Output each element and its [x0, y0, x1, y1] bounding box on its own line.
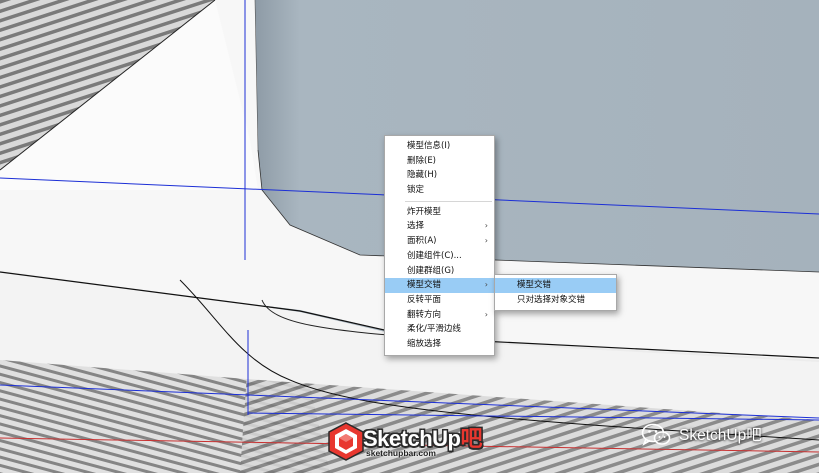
menu-item-label: 缩放选择 — [407, 338, 442, 349]
menu-item-label: 创建群组(G) — [407, 265, 455, 276]
menu-item-lock[interactable]: 锁定 — [385, 183, 494, 198]
submenu-item-intersect-selected[interactable]: 只对选择对象交错 — [495, 293, 616, 308]
menu-item-zoom-selection[interactable]: 缩放选择 — [385, 337, 494, 352]
menu-item-label: 隐藏(H) — [407, 170, 438, 181]
menu-item-label: 炸开模型 — [407, 206, 442, 217]
menu-item-erase[interactable]: 删除(E) — [385, 154, 494, 169]
menu-item-flip-along[interactable]: 翻转方向 › — [385, 308, 494, 323]
wechat-icon — [641, 423, 671, 446]
menu-item-label: 模型交错 — [407, 280, 442, 291]
menu-item-label: 锁定 — [407, 185, 425, 196]
menu-item-label: 反转平面 — [407, 294, 442, 305]
menu-item-select[interactable]: 选择 › — [385, 219, 494, 234]
menu-item-reverse-faces[interactable]: 反转平面 — [385, 293, 494, 308]
menu-item-make-group[interactable]: 创建群组(G) — [385, 264, 494, 279]
logo-text-accent: 吧 — [460, 426, 482, 451]
menu-item-explode[interactable]: 炸开模型 — [385, 205, 494, 220]
menu-item-hide[interactable]: 隐藏(H) — [385, 168, 494, 183]
submenu-arrow-icon: › — [484, 280, 488, 290]
menu-item-label: 只对选择对象交错 — [517, 294, 586, 305]
sketchupbar-logo: SketchUp吧 sketchupbar.com — [326, 419, 496, 465]
sketchup-cube-icon — [328, 422, 364, 461]
submenu-arrow-icon: › — [484, 221, 488, 231]
menu-item-soften-edges[interactable]: 柔化/平滑边线 — [385, 322, 494, 337]
menu-item-label: 创建组件(C)... — [407, 250, 462, 261]
watermark-text: SketchUp吧 — [679, 427, 762, 444]
menu-item-label: 柔化/平滑边线 — [407, 324, 461, 335]
submenu-arrow-icon: › — [484, 309, 488, 319]
menu-item-entity-info[interactable]: 模型信息(I) — [385, 139, 494, 154]
intersect-submenu: 模型交错 只对选择对象交错 — [494, 274, 617, 312]
submenu-arrow-icon: › — [484, 236, 488, 246]
menu-item-label: 面积(A) — [407, 236, 437, 247]
submenu-item-intersect-model[interactable]: 模型交错 — [495, 278, 616, 293]
menu-item-label: 模型交错 — [517, 280, 552, 290]
sketchup-viewport[interactable]: 模型信息(I) 删除(E) 隐藏(H) 锁定 炸开模型 选择 › 面积(A) › 创… — [0, 0, 819, 473]
context-menu: 模型信息(I) 删除(E) 隐藏(H) 锁定 炸开模型 选择 › 面积(A) › 创… — [384, 135, 495, 356]
menu-item-area[interactable]: 面积(A) › — [385, 234, 494, 249]
menu-item-label: 选择 — [407, 221, 425, 232]
menu-separator — [405, 200, 492, 202]
menu-item-label: 模型信息(I) — [407, 141, 451, 151]
logo-url: sketchupbar.com — [366, 448, 436, 458]
menu-item-intersect-faces[interactable]: 模型交错 › — [385, 278, 494, 293]
wechat-watermark: SketchUp吧 — [641, 421, 819, 447]
menu-item-label: 翻转方向 — [407, 309, 442, 320]
menu-item-label: 删除(E) — [407, 155, 437, 166]
menu-item-make-component[interactable]: 创建组件(C)... — [385, 249, 494, 264]
